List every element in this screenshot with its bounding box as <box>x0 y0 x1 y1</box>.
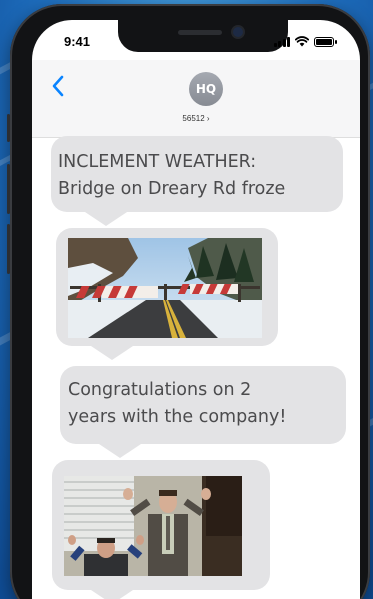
message-bubble[interactable]: INCLEMENT WEATHER: Bridge on Dreary Rd f… <box>51 136 343 212</box>
camera <box>233 27 243 37</box>
back-button[interactable] <box>48 72 70 100</box>
side-button <box>7 224 10 274</box>
office-celebration-photo[interactable] <box>64 476 242 576</box>
snowy-road-barricade-photo[interactable] <box>68 238 262 338</box>
image-bubble[interactable] <box>52 460 270 590</box>
battery-icon <box>314 37 337 47</box>
side-button <box>7 114 10 142</box>
contact-avatar[interactable]: HQ <box>189 72 223 106</box>
speaker <box>178 30 222 35</box>
message-text-line: Congratulations on 2 <box>68 380 252 400</box>
message-bubble[interactable]: Congratulations on 2 years with the comp… <box>60 366 346 444</box>
contact-number[interactable]: 56512 › <box>32 114 360 123</box>
conversation-header: HQ 56512 › <box>32 60 360 138</box>
status-icons <box>273 36 337 47</box>
message-text-line: Bridge on Dreary Rd froze <box>58 179 286 199</box>
bubble-tail <box>88 588 136 599</box>
phone-screen: 9:41 HQ 56512 › INCLEMENT WEATHER: Bridg… <box>32 20 360 599</box>
chevron-left-icon <box>52 75 64 97</box>
message-text-line: INCLEMENT WEATHER: <box>58 152 257 172</box>
phone-frame: 9:41 HQ 56512 › INCLEMENT WEATHER: Bridg… <box>7 4 370 599</box>
status-time: 9:41 <box>64 34 91 49</box>
bubble-tail <box>82 210 130 226</box>
message-text-line: years with the company! <box>68 407 287 427</box>
bubble-tail <box>96 442 144 458</box>
image-bubble[interactable] <box>56 228 278 346</box>
notch <box>118 20 288 52</box>
cellular-signal-icon <box>273 37 290 47</box>
wifi-icon <box>295 36 309 47</box>
side-button <box>7 164 10 214</box>
bubble-tail <box>88 344 136 360</box>
